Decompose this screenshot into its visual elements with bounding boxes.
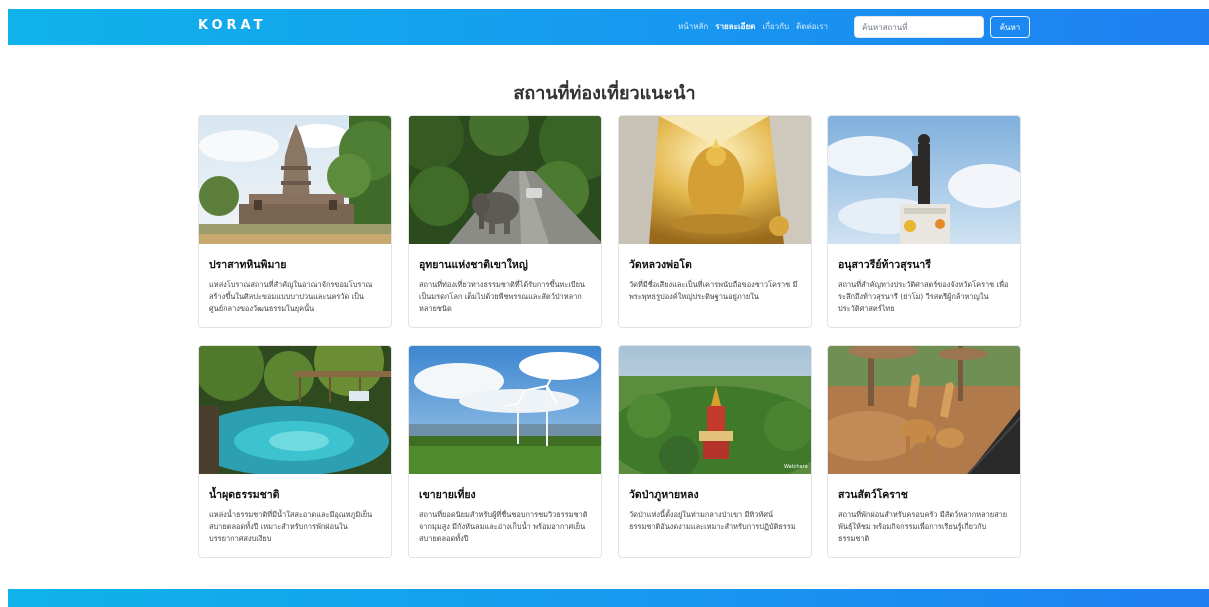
attraction-card-korat-zoo[interactable]: สวนสัตว์โคราช สถานที่พักผ่อนสำหรับครอบคร… [827, 345, 1021, 558]
card-description: แหล่งน้ำธรรมชาติที่มีน้ำใสสะอาดและมีอุณห… [209, 510, 373, 543]
attraction-card-khao-yai-thiang[interactable]: เขายายเที่ยง สถานที่ยอดนิยมสำหรับผู้ที่ช… [408, 345, 602, 558]
card-description: สถานที่ยอดนิยมสำหรับผู้ที่ชื่นชอบการชมวิ… [419, 510, 588, 543]
nav-link-home[interactable]: หน้าหลัก [678, 20, 708, 33]
brand-logo[interactable]: KORAT [198, 18, 266, 33]
search-input[interactable] [854, 16, 984, 38]
card-description: วัดป่าแห่งนี้ตั้งอยู่ในท่ามกลางป่าเขา มี… [629, 510, 796, 531]
card-title: สวนสัตว์โคราช [838, 489, 908, 501]
navbar: KORAT หน้าหลัก รายละเอียด เกี่ยวกับ ติดต… [8, 9, 1209, 45]
card-title: เขายายเที่ยง [419, 489, 476, 501]
search-button[interactable]: ค้นหา [990, 16, 1030, 38]
card-title: อนุสาวรีย์ท้าวสุรนารี [838, 259, 931, 271]
golden-buddha-photo [619, 116, 811, 244]
nav-links: หน้าหลัก รายละเอียด เกี่ยวกับ ติดต่อเรา [678, 20, 828, 33]
attraction-card-phimai[interactable]: ปราสาทหินพิมาย แหล่งโบราณสถานที่สำคัญในอ… [198, 115, 392, 328]
card-title: วัดหลวงพ่อโต [629, 259, 692, 271]
attraction-card-spring[interactable]: น้ำผุดธรรมชาติ แหล่งน้ำธรรมชาติที่มีน้ำใ… [198, 345, 392, 558]
attraction-card-luang-pho-to[interactable]: วัดหลวงพ่อโต วัดที่มีชื่อเสียงและเป็นที่… [618, 115, 812, 328]
wind-turbine-photo [409, 346, 601, 474]
attraction-card-phu-hai-long[interactable]: Watchara วัดป่าภูหายหลง วัดป่าแห่งนี้ตั้… [618, 345, 812, 558]
footer [8, 589, 1209, 607]
nav-link-details[interactable]: รายละเอียด [715, 20, 755, 33]
elephant-road-photo [409, 116, 601, 244]
card-title: ปราสาทหินพิมาย [209, 259, 287, 271]
card-description: สถานที่สำคัญทางประวัติศาสตร์ของจังหวัดโค… [838, 280, 1009, 313]
stone-temple-photo [199, 116, 391, 244]
attraction-card-monument[interactable]: อนุสาวรีย์ท้าวสุรนารี สถานที่สำคัญทางประ… [827, 115, 1021, 328]
card-description: สถานที่ท่องเที่ยวทางธรรมชาติที่ได้รับการ… [419, 280, 585, 313]
card-title: น้ำผุดธรรมชาติ [209, 489, 280, 501]
hill-temple-photo: Watchara [619, 346, 811, 474]
spring-pool-photo [199, 346, 391, 474]
card-description: แหล่งโบราณสถานที่สำคัญในอาณาจักรขอมโบราณ… [209, 280, 373, 313]
monument-photo [828, 116, 1020, 244]
nav-link-about[interactable]: เกี่ยวกับ [762, 20, 789, 33]
card-title: อุทยานแห่งชาติเขาใหญ่ [419, 259, 528, 271]
attraction-card-khao-yai[interactable]: อุทยานแห่งชาติเขาใหญ่ สถานที่ท่องเที่ยวท… [408, 115, 602, 328]
svg-text:Watchara: Watchara [784, 464, 808, 470]
card-description: วัดที่มีชื่อเสียงและเป็นที่เคารพนับถือขอ… [629, 280, 798, 301]
nav-link-contact[interactable]: ติดต่อเรา [796, 20, 828, 33]
card-title: วัดป่าภูหายหลง [629, 489, 699, 501]
page-title: สถานที่ท่องเที่ยวแนะนำ [513, 83, 696, 104]
giraffe-zoo-photo [828, 346, 1020, 474]
card-description: สถานที่พักผ่อนสำหรับครอบครัว มีสัตว์หลาก… [838, 510, 1008, 543]
